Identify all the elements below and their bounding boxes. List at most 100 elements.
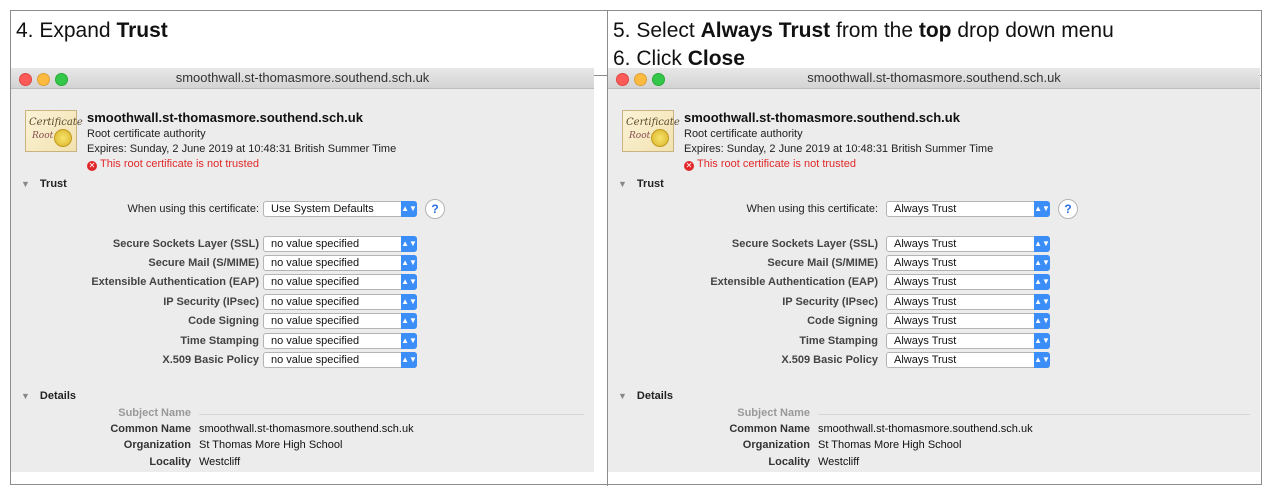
error-x-icon: ✕: [684, 161, 694, 171]
subject-name-label: Subject Name: [118, 407, 191, 419]
help-button[interactable]: ?: [425, 199, 445, 219]
popup-value: no value specified: [271, 257, 360, 269]
trust-row-popup[interactable]: Always Trust ▲▼: [886, 294, 1050, 310]
certificate-icon: Certificate Root: [25, 110, 83, 152]
trust-row-label: IP Security (IPsec): [782, 296, 878, 308]
section-label: Details: [39, 390, 76, 402]
disclosure-triangle-icon[interactable]: ▼: [618, 391, 627, 401]
detail-label: Common Name: [110, 423, 191, 435]
up-down-chevron-icon: ▲▼: [401, 255, 417, 271]
when-using-popup[interactable]: Use System Defaults ▲▼: [263, 201, 417, 217]
step-text: Select: [636, 19, 695, 42]
window-titlebar[interactable]: smoothwall.st-thomasmore.southend.sch.uk: [608, 68, 1260, 89]
minimize-icon[interactable]: [634, 73, 647, 86]
trust-row-popup[interactable]: no value specified ▲▼: [263, 352, 417, 368]
certificate-icon: Certificate Root: [622, 110, 680, 152]
section-label: Details: [636, 390, 673, 402]
popup-value: Always Trust: [894, 238, 957, 250]
step-emphasis: Close: [687, 47, 745, 70]
help-button[interactable]: ?: [1058, 199, 1078, 219]
when-using-popup[interactable]: Always Trust ▲▼: [886, 201, 1050, 217]
disclosure-triangle-icon[interactable]: ▼: [21, 179, 30, 189]
trust-row-popup[interactable]: Always Trust ▲▼: [886, 274, 1050, 290]
trust-row-popup[interactable]: Always Trust ▲▼: [886, 333, 1050, 349]
trust-row-popup[interactable]: Always Trust ▲▼: [886, 255, 1050, 271]
step-number: 4.: [16, 19, 34, 42]
trust-warning: ✕ This root certificate is not trusted: [684, 158, 856, 171]
trust-row-label: X.509 Basic Policy: [781, 354, 878, 366]
certificate-icon-label: Certificate: [29, 117, 83, 128]
seal-icon: [54, 129, 72, 147]
popup-value: no value specified: [271, 315, 360, 327]
up-down-chevron-icon: ▲▼: [401, 352, 417, 368]
trust-row-popup[interactable]: Always Trust ▲▼: [886, 236, 1050, 252]
step-emphasis: top: [918, 19, 952, 42]
window-titlebar[interactable]: smoothwall.st-thomasmore.southend.sch.uk: [11, 68, 594, 89]
up-down-chevron-icon: ▲▼: [1034, 236, 1050, 252]
popup-value: no value specified: [271, 238, 360, 250]
trust-row-popup[interactable]: Always Trust ▲▼: [886, 313, 1050, 329]
up-down-chevron-icon: ▲▼: [1034, 255, 1050, 271]
disclosure-triangle-icon[interactable]: ▼: [618, 179, 627, 189]
trust-section-header[interactable]: ▼ Trust: [21, 178, 67, 190]
section-label: Trust: [39, 178, 67, 190]
details-section-header[interactable]: ▼ Details: [21, 390, 76, 402]
trust-row-popup[interactable]: no value specified ▲▼: [263, 236, 417, 252]
trust-warning-text: This root certificate is not trusted: [697, 158, 856, 170]
trust-row-label: Extensible Authentication (EAP): [710, 276, 878, 288]
cert-window-after: smoothwall.st-thomasmore.southend.sch.uk…: [608, 68, 1260, 472]
up-down-chevron-icon: ▲▼: [1034, 294, 1050, 310]
trust-row-popup[interactable]: no value specified ▲▼: [263, 294, 417, 310]
detail-value: Westcliff: [199, 456, 241, 468]
up-down-chevron-icon: ▲▼: [1034, 352, 1050, 368]
up-down-chevron-icon: ▲▼: [1034, 201, 1050, 217]
trust-row-popup[interactable]: no value specified ▲▼: [263, 274, 417, 290]
step-emphasis: Always Trust: [700, 19, 831, 42]
step-text: from the: [835, 19, 914, 42]
seal-icon: [651, 129, 669, 147]
minimize-icon[interactable]: [37, 73, 50, 86]
zoom-icon[interactable]: [55, 73, 68, 86]
cert-name: smoothwall.st-thomasmore.southend.sch.uk: [684, 110, 960, 125]
close-icon[interactable]: [19, 73, 32, 86]
detail-label: Organization: [123, 439, 191, 451]
trust-row-label: Secure Sockets Layer (SSL): [731, 238, 878, 250]
up-down-chevron-icon: ▲▼: [1034, 333, 1050, 349]
detail-value: St Thomas More High School: [818, 439, 962, 451]
certificate-icon-label: Certificate: [626, 117, 680, 128]
trust-section-header[interactable]: ▼ Trust: [618, 178, 664, 190]
detail-value: smoothwall.st-thomasmore.southend.sch.uk: [818, 423, 1033, 435]
cert-expires: Expires: Sunday, 2 June 2019 at 10:48:31…: [684, 143, 994, 155]
cert-type: Root certificate authority: [684, 128, 803, 140]
detail-value: smoothwall.st-thomasmore.southend.sch.uk: [199, 423, 414, 435]
when-using-label: When using this certificate:: [127, 203, 259, 215]
popup-value: Always Trust: [894, 257, 957, 269]
detail-label: Locality: [768, 456, 810, 468]
popup-value: Always Trust: [894, 276, 957, 288]
instruction-document: 4. Expand Trust 5. Select Always Trust f…: [0, 0, 1272, 487]
popup-value: Always Trust: [894, 335, 957, 347]
detail-value: Westcliff: [818, 456, 860, 468]
popup-value: no value specified: [271, 354, 360, 366]
cert-name: smoothwall.st-thomasmore.southend.sch.uk: [87, 110, 363, 125]
window-title: smoothwall.st-thomasmore.southend.sch.uk: [807, 70, 1061, 85]
detail-label: Locality: [149, 456, 191, 468]
close-icon[interactable]: [616, 73, 629, 86]
up-down-chevron-icon: ▲▼: [1034, 313, 1050, 329]
when-using-label: When using this certificate:: [746, 203, 878, 215]
trust-row-popup[interactable]: no value specified ▲▼: [263, 333, 417, 349]
zoom-icon[interactable]: [652, 73, 665, 86]
trust-row-popup[interactable]: no value specified ▲▼: [263, 313, 417, 329]
trust-row-label: Code Signing: [807, 315, 878, 327]
trust-row-popup[interactable]: Always Trust ▲▼: [886, 352, 1050, 368]
up-down-chevron-icon: ▲▼: [401, 274, 417, 290]
details-section-header[interactable]: ▼ Details: [618, 390, 673, 402]
up-down-chevron-icon: ▲▼: [401, 236, 417, 252]
trust-row-popup[interactable]: no value specified ▲▼: [263, 255, 417, 271]
up-down-chevron-icon: ▲▼: [401, 333, 417, 349]
step-5-instruction: 5. Select Always Trust from the top drop…: [613, 17, 1114, 45]
detail-value: St Thomas More High School: [199, 439, 343, 451]
trust-row-label: Secure Sockets Layer (SSL): [112, 238, 259, 250]
disclosure-triangle-icon[interactable]: ▼: [21, 391, 30, 401]
subject-divider: [199, 414, 584, 415]
